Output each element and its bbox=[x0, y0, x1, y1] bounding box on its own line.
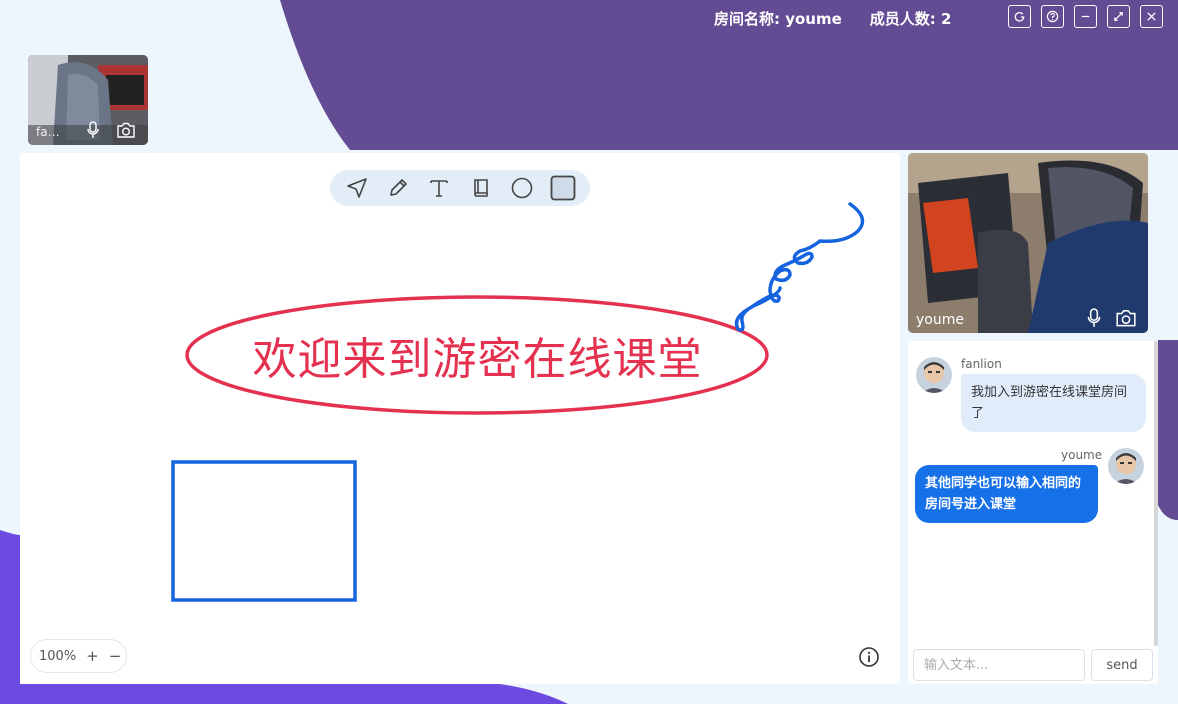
avatar bbox=[916, 357, 952, 393]
member-count: 成员人数: 2 bbox=[869, 10, 952, 28]
message-sender: fanlion bbox=[961, 357, 1002, 371]
chat-scrollbar[interactable] bbox=[1154, 341, 1158, 646]
whiteboard-canvas[interactable] bbox=[20, 153, 900, 684]
avatar bbox=[1108, 448, 1144, 484]
small-video-tile[interactable]: fanli... bbox=[28, 55, 148, 145]
participant-name: youme bbox=[916, 312, 964, 328]
drawn-rectangle bbox=[171, 460, 357, 602]
chat-input[interactable] bbox=[913, 649, 1085, 681]
camera-icon[interactable] bbox=[116, 122, 136, 139]
chat-panel: fanlion 我加入到游密在线课堂房间了 youme 其他同学也可以输入相同的… bbox=[908, 341, 1158, 684]
microphone-icon[interactable] bbox=[86, 121, 100, 139]
zoom-out-button[interactable]: − bbox=[109, 647, 122, 665]
refresh-icon[interactable] bbox=[1008, 5, 1031, 28]
video-frame bbox=[908, 153, 1148, 333]
whiteboard-text: 欢迎来到游密在线课堂 bbox=[252, 334, 703, 385]
room-name: 房间名称: youme bbox=[714, 10, 842, 28]
room-info: 房间名称: youme 成员人数: 2 bbox=[714, 8, 951, 29]
zoom-in-button[interactable]: + bbox=[86, 647, 99, 665]
zoom-control: 100% + − bbox=[30, 639, 127, 673]
send-button[interactable]: send bbox=[1091, 649, 1153, 681]
minimize-icon[interactable] bbox=[1074, 5, 1097, 28]
message-bubble: 我加入到游密在线课堂房间了 bbox=[961, 374, 1146, 432]
window-controls bbox=[1008, 5, 1163, 28]
drawn-squiggle bbox=[734, 202, 865, 332]
info-icon[interactable] bbox=[858, 646, 880, 668]
participant-name: fanli... bbox=[36, 125, 66, 139]
expand-icon[interactable] bbox=[1107, 5, 1130, 28]
close-icon[interactable] bbox=[1140, 5, 1163, 28]
microphone-icon[interactable] bbox=[1086, 308, 1102, 328]
main-video-tile[interactable]: youme bbox=[908, 153, 1148, 333]
camera-icon[interactable] bbox=[1115, 309, 1137, 328]
message-bubble: 其他同学也可以输入相同的房间号进入课堂 bbox=[915, 465, 1098, 523]
message-sender: youme bbox=[1061, 448, 1103, 462]
whiteboard[interactable]: 欢迎来到游密在线课堂 100% + − bbox=[20, 153, 900, 684]
help-icon[interactable] bbox=[1041, 5, 1064, 28]
zoom-level: 100% bbox=[39, 648, 77, 664]
